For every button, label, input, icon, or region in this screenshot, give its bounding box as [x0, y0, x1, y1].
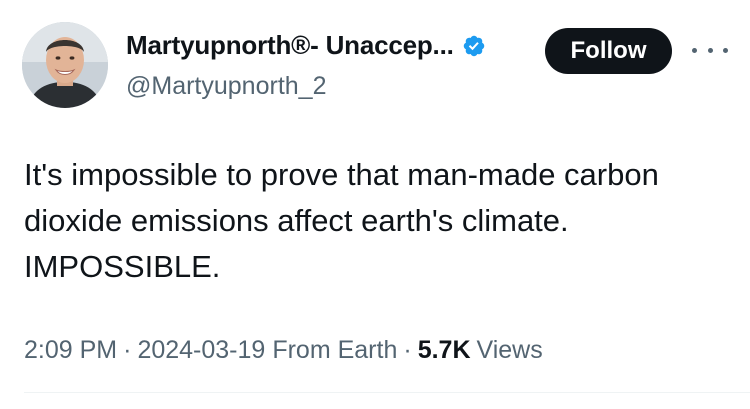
divider: [24, 392, 750, 393]
views-count: 5.7K: [417, 336, 471, 364]
author-handle[interactable]: @Martyupnorth_2: [126, 72, 326, 101]
tweet-time[interactable]: 2:09 PM: [24, 336, 117, 365]
author-display-name[interactable]: Martyupnorth®- Unaccep...: [126, 30, 454, 61]
follow-button[interactable]: Follow: [545, 28, 672, 74]
tweet-metadata: 2:09 PM · 2024-03-19 From Earth · 5.7K V…: [24, 336, 543, 365]
tweet-text: It's impossible to prove that man-made c…: [24, 152, 724, 290]
avatar[interactable]: [22, 22, 108, 108]
verified-badge-icon[interactable]: [462, 34, 486, 58]
more-options-icon[interactable]: [692, 38, 728, 62]
tweet-location: From Earth: [272, 336, 398, 364]
tweet-text-line: It's impossible to prove that man-made c…: [24, 157, 659, 192]
tweet-text-line: IMPOSSIBLE.: [24, 249, 221, 284]
tweet-card: Martyupnorth®- Unaccep... @Martyupnorth_…: [0, 0, 750, 409]
profile-photo-icon: [22, 22, 108, 108]
meta-separator: ·: [123, 336, 132, 364]
views-label: Views: [476, 336, 543, 364]
author-name-row: Martyupnorth®- Unaccep...: [126, 30, 486, 61]
tweet-date[interactable]: 2024-03-19: [137, 336, 265, 365]
more-dot: [692, 47, 697, 53]
more-dot: [707, 47, 713, 53]
tweet-text-line: dioxide emissions affect earth's climate…: [24, 203, 569, 238]
meta-separator: ·: [403, 336, 412, 364]
more-dot: [723, 47, 728, 53]
